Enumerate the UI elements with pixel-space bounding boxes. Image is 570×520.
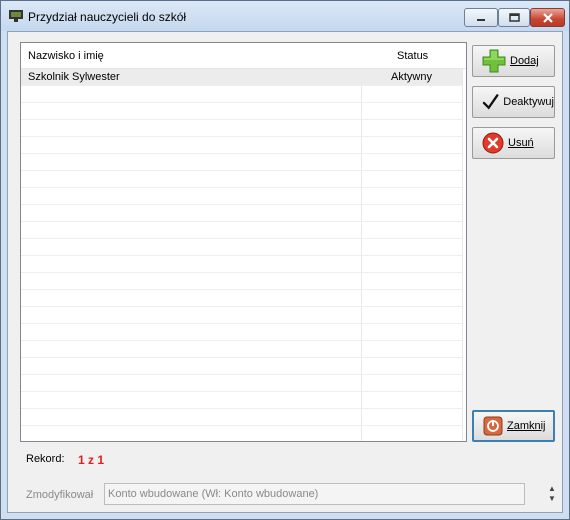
minimize-button[interactable] [464, 8, 498, 27]
app-window-icon [9, 10, 23, 22]
add-button[interactable]: Dodaj [472, 45, 555, 77]
client-area: Nazwisko i imię Status Szkolnik Sylweste… [7, 31, 563, 513]
record-counter: 1 z 1 [78, 453, 105, 467]
close-icon [542, 12, 553, 23]
empty-row [21, 290, 462, 307]
empty-row [21, 137, 462, 154]
cell-name: Szkolnik Sylwester [28, 71, 120, 83]
empty-row [21, 188, 462, 205]
empty-row [21, 358, 462, 375]
modified-by-value: Konto wbudowane (Wł: Konto wbudowane) [108, 488, 319, 500]
deactivate-button[interactable]: Deaktywuj [472, 86, 555, 118]
window-title: Przydział nauczycieli do szkół [28, 10, 187, 24]
delete-button-label: Usuń [508, 137, 534, 149]
empty-row [21, 222, 462, 239]
close-window-button[interactable] [530, 8, 565, 27]
add-button-label: Dodaj [510, 55, 539, 67]
empty-row [21, 239, 462, 256]
empty-row [21, 171, 462, 188]
empty-row [21, 409, 462, 426]
close-button[interactable]: Zamknij [472, 410, 555, 442]
record-label: Rekord: [26, 453, 65, 465]
empty-row [21, 256, 462, 273]
empty-row [21, 205, 462, 222]
minimize-icon [477, 18, 485, 21]
empty-row [21, 273, 462, 290]
empty-row [21, 392, 462, 409]
empty-row [21, 375, 462, 392]
deactivate-button-label: Deaktywuj [503, 96, 554, 108]
chevron-up-icon[interactable]: ▲ [546, 484, 558, 494]
empty-row [21, 120, 462, 137]
chevron-down-icon[interactable]: ▼ [546, 494, 558, 504]
modified-by-field: Konto wbudowane (Wł: Konto wbudowane) [104, 483, 525, 505]
main-window: Przydział nauczycieli do szkół Nazwisko … [0, 0, 570, 520]
modified-by-label: Zmodyfikował [26, 489, 94, 501]
title-bar[interactable]: Przydział nauczycieli do szkół [1, 1, 569, 31]
grid-header: Nazwisko i imię Status [21, 43, 466, 69]
table-row[interactable]: Szkolnik Sylwester Aktywny [21, 69, 462, 86]
delete-icon [482, 132, 504, 154]
spinner[interactable]: ▲ ▼ [546, 484, 558, 508]
empty-row [21, 154, 462, 171]
empty-row [21, 103, 462, 120]
cell-status: Aktywny [391, 71, 432, 83]
column-header-status[interactable]: Status [397, 50, 428, 62]
empty-row [21, 86, 462, 103]
delete-button[interactable]: Usuń [472, 127, 555, 159]
column-divider [462, 43, 463, 441]
close-button-label: Zamknij [507, 420, 546, 432]
empty-row [21, 324, 462, 341]
plus-icon [482, 49, 506, 73]
exit-icon [483, 416, 503, 436]
empty-row [21, 341, 462, 358]
teachers-grid[interactable]: Nazwisko i imię Status Szkolnik Sylweste… [20, 42, 467, 442]
checkmark-icon [482, 94, 499, 110]
maximize-button[interactable] [498, 8, 530, 27]
column-header-name[interactable]: Nazwisko i imię [28, 50, 104, 62]
maximize-icon [508, 13, 520, 22]
empty-row [21, 307, 462, 324]
